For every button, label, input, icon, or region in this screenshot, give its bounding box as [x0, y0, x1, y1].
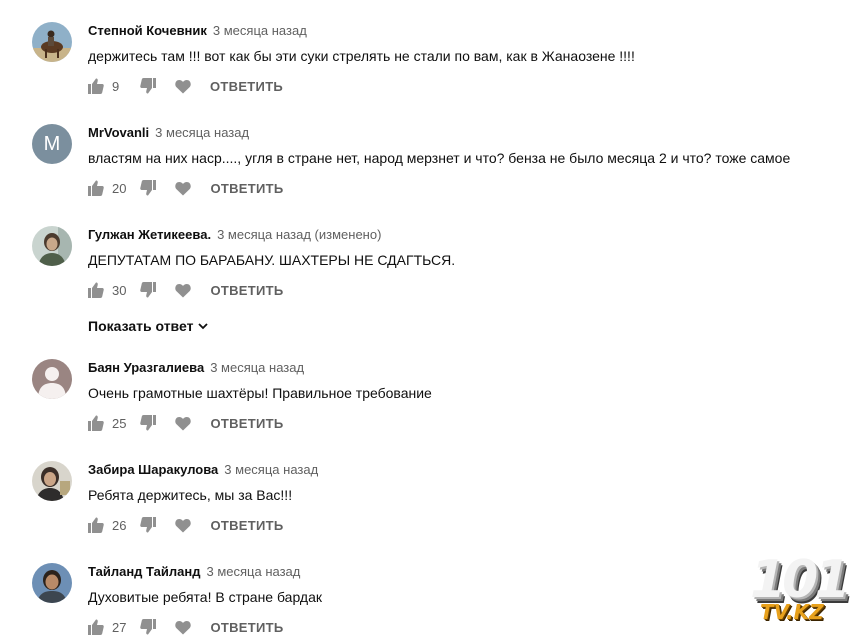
avatar[interactable] [32, 226, 72, 266]
reply-button[interactable]: ОТВЕТИТЬ [210, 518, 283, 533]
heart-icon [175, 416, 192, 430]
timestamp[interactable]: 3 месяца назад [206, 564, 300, 579]
avatar[interactable] [32, 359, 72, 399]
avatar[interactable] [32, 563, 72, 603]
heart-button[interactable] [175, 416, 192, 431]
comment-actions: 30 ОТВЕТИТЬ [88, 281, 284, 299]
heart-icon [175, 181, 192, 195]
dislike-button[interactable] [140, 517, 157, 533]
avatar-letter: M [43, 133, 61, 155]
like-button[interactable]: 30 [88, 282, 126, 298]
comment-header: MrVovanli 3 месяца назад [88, 124, 832, 142]
heart-button[interactable] [175, 283, 192, 298]
timestamp[interactable]: 3 месяца назад [213, 23, 307, 38]
thumb-down-icon [140, 78, 156, 94]
heart-icon [175, 283, 192, 297]
author-name[interactable]: MrVovanli [88, 125, 149, 140]
dislike-button[interactable] [140, 619, 157, 635]
comment-header: Тайланд Тайланд 3 месяца назад [88, 563, 832, 581]
timestamp[interactable]: 3 месяца назад (изменено) [217, 227, 381, 242]
timestamp[interactable]: 3 месяца назад [224, 462, 318, 477]
comment-actions: 25 ОТВЕТИТЬ [88, 414, 284, 432]
heart-button[interactable] [175, 518, 192, 533]
dislike-button[interactable] [140, 282, 157, 298]
author-name[interactable]: Тайланд Тайланд [88, 564, 200, 579]
avatar[interactable] [32, 22, 72, 62]
heart-icon [175, 620, 192, 634]
like-count: 9 [112, 78, 120, 94]
comment-actions: 26 ОТВЕТИТЬ [88, 516, 284, 534]
comment-header: Гулжан Жетикеева. 3 месяца назад (изменен… [88, 226, 832, 244]
thumb-up-icon [88, 415, 104, 431]
comment-header: Баян Уразгалиева 3 месяца назад [88, 359, 832, 377]
timestamp[interactable]: 3 месяца назад [155, 125, 249, 140]
channel-logo: 101 TV.KZ [750, 550, 854, 630]
like-count: 27 [112, 619, 127, 635]
like-count: 25 [112, 415, 127, 431]
reply-button[interactable]: ОТВЕТИТЬ [210, 283, 283, 298]
heart-button[interactable] [175, 181, 192, 196]
heart-icon [175, 79, 191, 93]
comment-text: ДЕПУТАТАМ ПО БАРАБАНУ. ШАХТЕРЫ НЕ СДАГТЬ… [88, 252, 456, 268]
comment-text: Ребята держитесь, мы за Вас!!! [88, 487, 293, 503]
dislike-button[interactable] [140, 415, 157, 431]
heart-button[interactable] [175, 79, 191, 94]
author-name[interactable]: Степной Кочевник [88, 23, 207, 38]
heart-button[interactable] [175, 620, 192, 635]
thumb-up-icon [88, 517, 104, 533]
comment-text: Духовитые ребята! В стране бардак [88, 589, 323, 605]
thumb-down-icon [140, 619, 157, 635]
heart-icon [175, 518, 192, 532]
thumb-up-icon [88, 282, 104, 298]
comment-header: Забира Шаракулова 3 месяца назад [88, 461, 832, 479]
comment-actions: 9 ОТВЕТИТЬ [88, 77, 283, 95]
thumb-down-icon [140, 282, 157, 298]
like-button[interactable]: 25 [88, 415, 126, 431]
like-button[interactable]: 27 [88, 619, 126, 635]
comment-header: Степной Кочевник 3 месяца назад [88, 22, 832, 40]
dislike-button[interactable] [140, 180, 157, 196]
like-count: 26 [112, 517, 127, 533]
comment-text: властям на них наср...., угля в стране н… [88, 150, 791, 166]
dislike-button[interactable] [140, 78, 156, 94]
like-count: 30 [112, 282, 127, 298]
like-button[interactable]: 20 [88, 180, 126, 196]
reply-button[interactable]: ОТВЕТИТЬ [210, 416, 283, 431]
like-count: 20 [112, 180, 127, 196]
show-replies-label: Показать ответ [88, 318, 194, 334]
timestamp[interactable]: 3 месяца назад [210, 360, 304, 375]
thumb-down-icon [140, 517, 157, 533]
comment-text: Очень грамотные шахтёры! Правильное треб… [88, 385, 432, 401]
like-button[interactable]: 26 [88, 517, 126, 533]
thumb-down-icon [140, 415, 157, 431]
thumb-down-icon [140, 180, 157, 196]
author-name[interactable]: Гулжан Жетикеева. [88, 227, 211, 242]
reply-button[interactable]: ОТВЕТИТЬ [210, 79, 283, 94]
thumb-up-icon [88, 619, 104, 635]
thumb-up-icon [88, 78, 104, 94]
comment-actions: 27 ОТВЕТИТЬ [88, 618, 284, 636]
avatar[interactable]: M [32, 124, 72, 164]
avatar[interactable] [32, 461, 72, 501]
like-button[interactable]: 9 [88, 78, 126, 94]
reply-button[interactable]: ОТВЕТИТЬ [210, 620, 283, 635]
chevron-down-icon [198, 322, 209, 329]
comment-actions: 20 ОТВЕТИТЬ [88, 179, 284, 197]
reply-button[interactable]: ОТВЕТИТЬ [210, 181, 283, 196]
show-replies-button[interactable]: Показать ответ [88, 318, 209, 334]
comment-text: держитесь там !!! вот как бы эти суки ст… [88, 48, 635, 64]
thumb-up-icon [88, 180, 104, 196]
author-name[interactable]: Забира Шаракулова [88, 462, 218, 477]
logo-subtext: TV.KZ [760, 600, 824, 624]
author-name[interactable]: Баян Уразгалиева [88, 360, 204, 375]
